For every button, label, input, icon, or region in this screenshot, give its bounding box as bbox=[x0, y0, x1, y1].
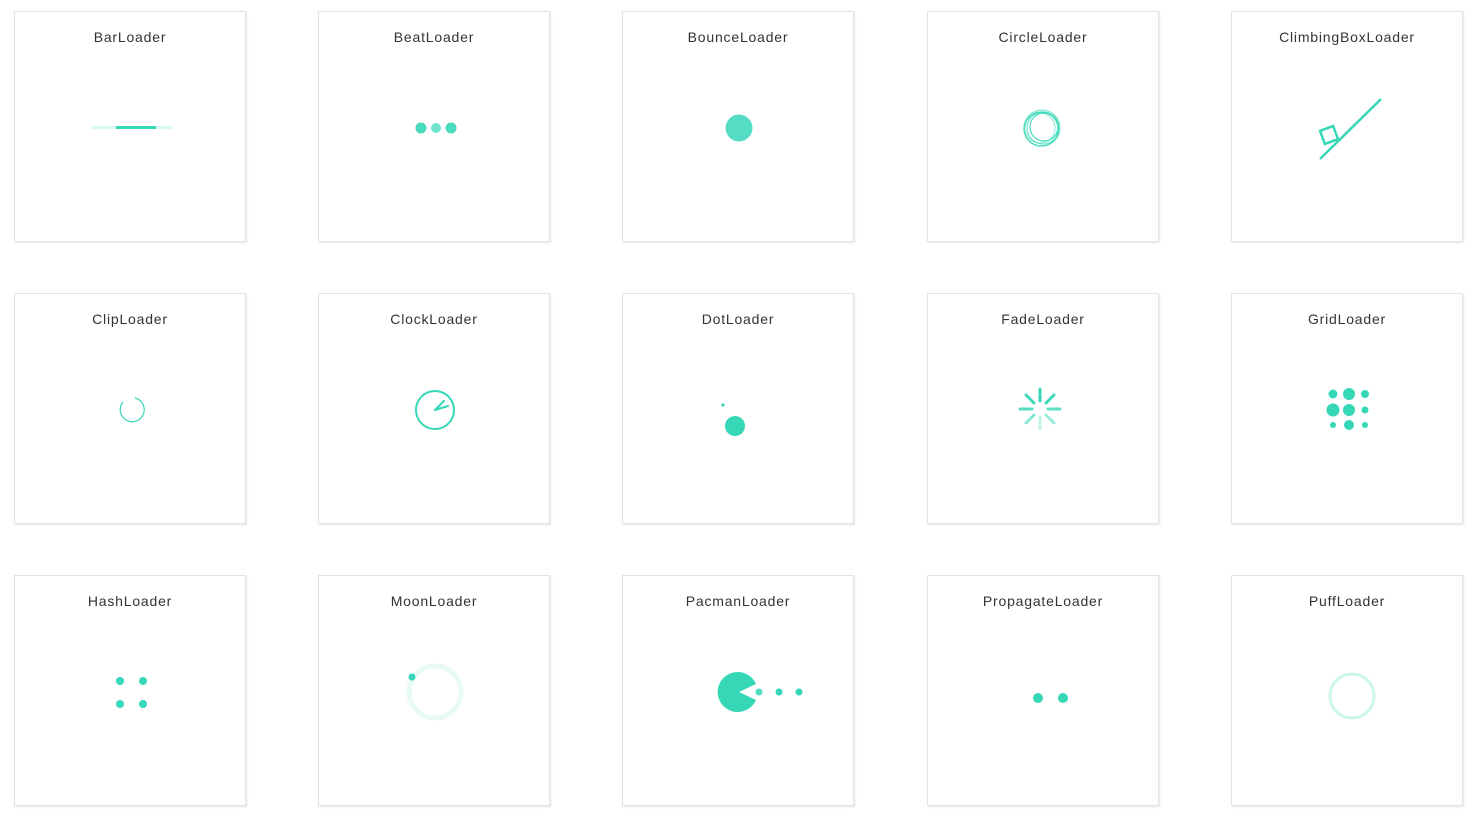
hash-loader-icon bbox=[116, 677, 147, 708]
card-fade-loader[interactable]: FadeLoader bbox=[927, 293, 1159, 524]
clock-loader-icon bbox=[415, 390, 455, 430]
card-puff-loader[interactable]: PuffLoader bbox=[1231, 575, 1463, 806]
card-dot-loader[interactable]: DotLoader bbox=[622, 293, 854, 524]
card-pacman-loader[interactable]: PacmanLoader bbox=[622, 575, 854, 806]
clip-loader-icon bbox=[119, 397, 145, 423]
card-grid-loader[interactable]: GridLoader bbox=[1231, 293, 1463, 524]
card-bounce-loader[interactable]: BounceLoader bbox=[622, 11, 854, 242]
card-clock-loader[interactable]: ClockLoader bbox=[318, 293, 550, 524]
card-circle-loader[interactable]: CircleLoader bbox=[927, 11, 1159, 242]
card-clip-loader[interactable]: ClipLoader bbox=[14, 293, 246, 524]
card-bar-loader[interactable]: BarLoader bbox=[14, 11, 246, 242]
card-hash-loader[interactable]: HashLoader bbox=[14, 575, 246, 806]
card-propagate-loader[interactable]: PropagateLoader bbox=[927, 575, 1159, 806]
circle-loader-icon bbox=[1023, 109, 1061, 147]
puff-loader-icon bbox=[1328, 672, 1376, 720]
bar-loader-icon bbox=[92, 126, 172, 129]
pacman-loader-icon bbox=[717, 672, 803, 712]
bounce-loader-icon bbox=[725, 114, 753, 142]
propagate-loader-icon bbox=[1033, 693, 1068, 703]
moon-loader-icon bbox=[406, 663, 464, 721]
dot-loader-icon bbox=[721, 403, 745, 436]
fade-loader-icon bbox=[1018, 387, 1062, 431]
card-beat-loader[interactable]: BeatLoader bbox=[318, 11, 550, 242]
grid-loader-icon bbox=[1326, 388, 1369, 430]
card-climbing-box-loader[interactable]: ClimbingBoxLoader bbox=[1231, 11, 1463, 242]
card-moon-loader[interactable]: MoonLoader bbox=[318, 575, 550, 806]
climbing-box-loader-icon bbox=[1318, 98, 1382, 160]
beat-loader-icon bbox=[415, 122, 457, 134]
